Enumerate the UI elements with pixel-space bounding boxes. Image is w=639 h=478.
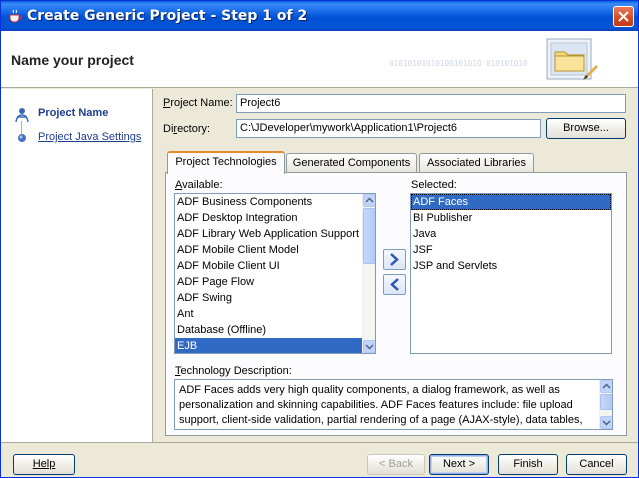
chevron-down-icon [365,344,374,350]
technology-description-text: ADF Faces adds very high quality compone… [174,379,613,430]
description-line: support, client-side validation, partial… [179,414,583,426]
coffee-cup-icon [9,9,23,23]
list-item[interactable]: ADF Page Flow [175,274,363,290]
tab-project-technologies[interactable]: Project Technologies [167,151,285,174]
available-items: ADF Business Components ADF Desktop Inte… [175,194,363,353]
sidebar-item-project-name[interactable]: Project Name [1,104,153,124]
back-button[interactable]: < Back [367,454,425,475]
description-line: ADF Faces adds very high quality compone… [179,384,560,396]
move-left-icon [390,278,399,291]
scroll-thumb[interactable] [363,208,375,264]
project-name-label: Project Name: [163,97,233,109]
tab-generated-components[interactable]: Generated Components [286,153,417,173]
list-item[interactable]: EJB [175,338,363,353]
available-label: Available: [175,179,223,191]
list-item[interactable]: ADF Desktop Integration [175,210,363,226]
list-item[interactable]: ADF Mobile Client UI [175,258,363,274]
chevron-down-icon [602,420,611,426]
selected-label: Selected: [411,179,457,191]
sidebar-item-label: Project Name [38,107,109,119]
list-item[interactable]: ADF Library Web Application Support [175,226,363,242]
scroll-thumb[interactable] [600,394,612,410]
sidebar-item-project-java-settings[interactable]: Project Java Settings [1,128,153,148]
description-line: personalization and skinning capabilitie… [179,399,573,411]
tab-associated-libraries[interactable]: Associated Libraries [419,153,534,173]
list-item[interactable]: JSF [411,242,611,258]
scroll-up-arrow[interactable] [363,194,375,207]
scroll-up-arrow[interactable] [600,380,612,393]
next-button[interactable]: Next > [429,454,489,475]
page-title: Name your project [11,52,134,68]
window-title: Create Generic Project - Step 1 of 2 [27,8,308,24]
list-item[interactable]: Ant [175,306,363,322]
project-name-input[interactable]: Project6 [236,94,626,113]
help-button[interactable]: Help [13,454,75,475]
selected-list[interactable]: ADF Faces BI Publisher Java JSF JSP and … [410,193,612,354]
title-bar[interactable]: Create Generic Project - Step 1 of 2 [1,1,638,31]
list-item[interactable]: ADF Swing [175,290,363,306]
add-to-selected-button[interactable] [383,249,406,270]
header-binary-decoration: 01010101010100101010 010101010 [389,59,528,68]
cancel-button[interactable]: Cancel [566,454,627,475]
list-item[interactable]: ADF Business Components [175,194,363,210]
person-icon [15,108,29,123]
list-item[interactable]: JSP and Servlets [411,258,611,274]
scroll-down-arrow[interactable] [600,416,612,429]
list-item[interactable]: Database (Offline) [175,322,363,338]
chevron-up-icon [365,197,374,203]
list-item[interactable]: ADF Faces [411,194,611,210]
available-list[interactable]: ADF Business Components ADF Desktop Inte… [174,193,376,354]
sidebar-item-label: Project Java Settings [38,131,142,143]
directory-input[interactable]: C:\JDeveloper\mywork\Application1\Projec… [236,119,541,138]
scroll-down-arrow[interactable] [363,340,375,353]
wizard-header: Name your project 01010101010100101010 0… [1,31,638,88]
close-icon [618,11,629,22]
available-scrollbar[interactable] [362,194,375,353]
list-item[interactable]: ADF Mobile Client Model [175,242,363,258]
close-button[interactable] [613,6,634,27]
dialog-window: Create Generic Project - Step 1 of 2 Nam… [0,0,639,478]
folder-icon [546,38,599,80]
technology-description-label: Technology Description: [175,365,292,377]
step-dot-icon [18,134,26,142]
list-item[interactable]: BI Publisher [411,210,611,226]
finish-button[interactable]: Finish [498,454,558,475]
description-scrollbar[interactable] [599,380,612,429]
footer-separator [1,442,638,443]
list-item[interactable]: Java [411,226,611,242]
wizard-step-sidebar: Project Name Project Java Settings [1,89,153,442]
directory-label: Directory: [163,123,211,135]
browse-button[interactable]: Browse... [546,118,626,139]
chevron-up-icon [602,383,611,389]
move-right-icon [390,253,399,266]
remove-from-selected-button[interactable] [383,274,406,295]
